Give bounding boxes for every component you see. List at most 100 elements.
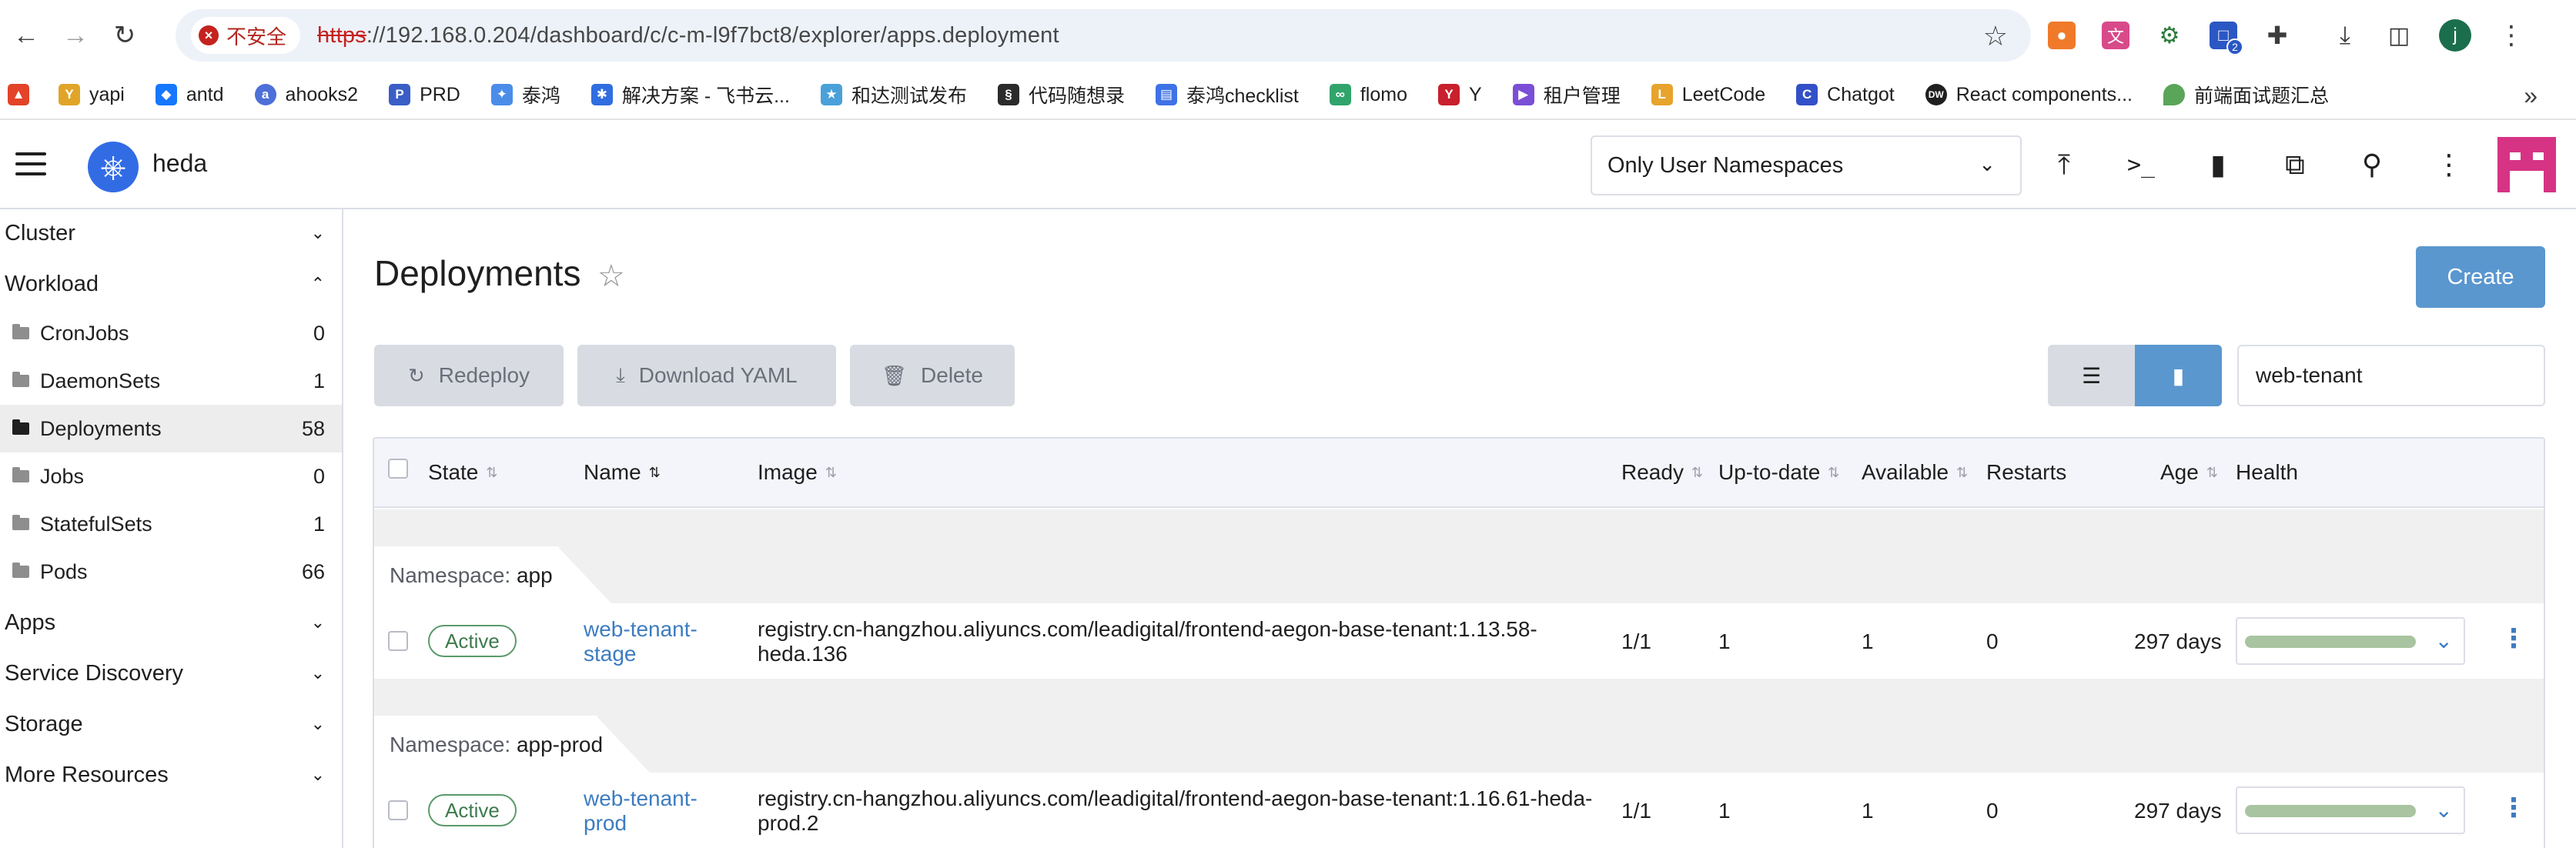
profile-avatar[interactable]: j bbox=[2439, 19, 2471, 52]
sidebar-group-storage[interactable]: Storage ⌄ bbox=[0, 700, 343, 748]
download-kubeconfig-icon[interactable]: ▮ bbox=[2202, 145, 2234, 185]
bookmark-4[interactable]: ✦ 泰鸿 bbox=[490, 81, 560, 109]
extension-orange-icon[interactable]: ● bbox=[2048, 22, 2076, 49]
create-button[interactable]: Create bbox=[2416, 246, 2545, 308]
kubectl-shell-icon[interactable]: >_ bbox=[2125, 145, 2157, 185]
bookmarks-overflow-icon[interactable]: » bbox=[2524, 82, 2538, 110]
hada-icon: ★ bbox=[820, 84, 842, 105]
chevron-down-icon: ⌄ bbox=[2434, 798, 2453, 822]
menu-icon[interactable] bbox=[15, 152, 46, 175]
search-icon[interactable]: ⚲ bbox=[2356, 145, 2388, 185]
select-all-checkbox[interactable] bbox=[388, 459, 408, 479]
flat-list-view-button[interactable]: ☰ bbox=[2048, 345, 2135, 406]
sidebar-item-count: 1 bbox=[313, 512, 325, 536]
name-line-2: stage bbox=[584, 642, 637, 666]
available-cell: 1 bbox=[1862, 799, 1874, 823]
warning-icon: × bbox=[199, 25, 219, 45]
puzzle-extensions-icon[interactable]: ✚ bbox=[2263, 22, 2291, 49]
column-age[interactable]: Age ⇅ bbox=[2160, 460, 2218, 485]
sidebar-group-cluster[interactable]: Cluster ⌄ bbox=[0, 209, 343, 257]
chevron-down-icon: ⌄ bbox=[2434, 629, 2453, 653]
sidebar-item-deployments[interactable]: Deployments 58 bbox=[0, 405, 342, 452]
sidebar-item-statefulsets[interactable]: StatefulSets 1 bbox=[0, 500, 342, 548]
copy-kubeconfig-icon[interactable]: ⧉ bbox=[2279, 145, 2311, 185]
address-bar[interactable]: × 不安全 https://192.168.0.204/dashboard/c/… bbox=[176, 9, 2031, 62]
extension-green-icon[interactable]: ⚙ bbox=[2156, 22, 2183, 49]
bookmark-9[interactable]: ∞ flomo bbox=[1329, 84, 1407, 106]
row-checkbox[interactable] bbox=[388, 631, 408, 651]
health-indicator[interactable]: ⌄ bbox=[2236, 617, 2465, 665]
sidebar-group-service-discovery[interactable]: Service Discovery ⌄ bbox=[0, 649, 343, 697]
bookmark-11[interactable]: ▶ 租户管理 bbox=[1512, 81, 1621, 109]
search-input[interactable] bbox=[2237, 345, 2545, 406]
row-actions-icon[interactable]: ⋮ bbox=[2501, 623, 2527, 654]
sidebar-item-count: 58 bbox=[301, 416, 325, 440]
health-bar bbox=[2245, 636, 2416, 648]
bookmark-10[interactable]: YY bbox=[1438, 84, 1482, 106]
image-line-1: registry.cn-hangzhou.aliyuncs.com/leadig… bbox=[758, 617, 1537, 641]
import-yaml-icon[interactable]: ⤒ bbox=[2048, 145, 2080, 185]
sidebar-group-more-resources[interactable]: More Resources ⌄ bbox=[0, 751, 343, 799]
insecure-chip[interactable]: × 不安全 bbox=[191, 17, 301, 54]
delete-label: Delete bbox=[921, 363, 983, 387]
bookmark-15[interactable]: 前端面试题汇总 bbox=[2163, 81, 2329, 109]
group-by-namespace-button[interactable]: ▮ bbox=[2135, 345, 2222, 406]
sidebar-group-workload[interactable]: Workload ⌃ bbox=[0, 260, 343, 308]
browser-menu-icon[interactable]: ⋮ bbox=[2497, 21, 2525, 50]
redeploy-button[interactable]: ↻ Redeploy bbox=[374, 345, 564, 406]
more-actions-icon[interactable]: ⋮ bbox=[2433, 145, 2465, 185]
column-image[interactable]: Image ⇅ bbox=[758, 460, 837, 485]
forward-icon[interactable]: → bbox=[51, 11, 100, 60]
bookmark-6[interactable]: ★ 和达测试发布 bbox=[820, 81, 967, 109]
bookmark-2[interactable]: a ahooks2 bbox=[254, 84, 358, 106]
reload-icon[interactable]: ↻ bbox=[100, 11, 149, 60]
delete-button[interactable]: 🗑 Delete bbox=[850, 345, 1015, 406]
name-line-1: web-tenant- bbox=[584, 786, 698, 810]
bookmark-label: 泰鸿checklist bbox=[1186, 85, 1299, 107]
download-yaml-button[interactable]: ⤓ Download YAML bbox=[577, 345, 836, 406]
namespace-filter-select[interactable]: Only User Namespaces ⌄ bbox=[1591, 135, 2022, 195]
favorite-star-icon[interactable]: ☆ bbox=[597, 259, 625, 294]
up-to-date-cell: 1 bbox=[1718, 799, 1731, 823]
namespace-prefix: Namespace: bbox=[390, 733, 511, 756]
table-row[interactable]: Active web-tenant-stage registry.cn-hang… bbox=[374, 603, 2544, 679]
folder-icon: ▮ bbox=[2172, 363, 2185, 388]
sidebar-group-apps[interactable]: Apps ⌄ bbox=[0, 599, 343, 646]
column-state[interactable]: State ⇅ bbox=[428, 460, 497, 485]
column-label: Age bbox=[2160, 460, 2199, 484]
bookmark-0[interactable]: Yyapi bbox=[59, 84, 125, 106]
sidebar-item-cronjobs[interactable]: CronJobs 0 bbox=[0, 309, 342, 357]
bookmark-14[interactable]: DW React components... bbox=[1925, 84, 2133, 106]
side-panel-icon[interactable]: ◫ bbox=[2385, 22, 2413, 49]
bookmark-7[interactable]: § 代码随想录 bbox=[997, 81, 1125, 109]
url-text[interactable]: https://192.168.0.204/dashboard/c/c-m-l9… bbox=[317, 23, 1059, 48]
row-actions-icon[interactable]: ⋮ bbox=[2501, 793, 2527, 823]
column-ready[interactable]: Ready ⇅ bbox=[1621, 460, 1703, 485]
health-indicator[interactable]: ⌄ bbox=[2236, 786, 2465, 834]
sidebar-item-pods[interactable]: Pods 66 bbox=[0, 548, 342, 596]
back-icon[interactable]: ← bbox=[2, 11, 51, 60]
sidebar-item-label: Jobs bbox=[40, 464, 85, 488]
sidebar-item-daemonsets[interactable]: DaemonSets 1 bbox=[0, 357, 342, 405]
bookmark-12[interactable]: L LeetCode bbox=[1651, 84, 1765, 106]
table-row[interactable]: Active web-tenant-prod registry.cn-hangz… bbox=[374, 773, 2544, 848]
deployment-name-link[interactable]: web-tenant-stage bbox=[584, 617, 698, 666]
bookmark-3[interactable]: P PRD bbox=[389, 84, 460, 106]
bookmark-13[interactable]: C Chatgot bbox=[1796, 84, 1895, 106]
sort-icon: ⇅ bbox=[648, 465, 661, 480]
deployment-name-link[interactable]: web-tenant-prod bbox=[584, 786, 698, 836]
bookmark-star-icon[interactable]: ☆ bbox=[1983, 20, 2008, 52]
sidebar-item-jobs[interactable]: Jobs 0 bbox=[0, 452, 342, 500]
extension-badge-icon[interactable]: □ 2 bbox=[2210, 22, 2243, 55]
column-available[interactable]: Available ⇅ bbox=[1862, 460, 1968, 485]
cluster-name[interactable]: heda bbox=[152, 149, 207, 178]
column-name[interactable]: Name ⇅ bbox=[584, 460, 661, 485]
row-checkbox[interactable] bbox=[388, 800, 408, 820]
bookmark-1[interactable]: ◆ antd bbox=[155, 84, 224, 106]
translate-extension-icon[interactable]: 文 bbox=[2102, 22, 2129, 49]
bookmark-5[interactable]: ✱ 解决方案 - 飞书云... bbox=[590, 81, 790, 109]
gitlab-bookmark[interactable]: ▲ bbox=[8, 84, 38, 105]
column-up-to-date[interactable]: Up-to-date ⇅ bbox=[1718, 460, 1839, 485]
download-icon[interactable]: ⤓ bbox=[2331, 21, 2359, 49]
bookmark-8[interactable]: ▤ 泰鸿checklist bbox=[1155, 81, 1299, 109]
